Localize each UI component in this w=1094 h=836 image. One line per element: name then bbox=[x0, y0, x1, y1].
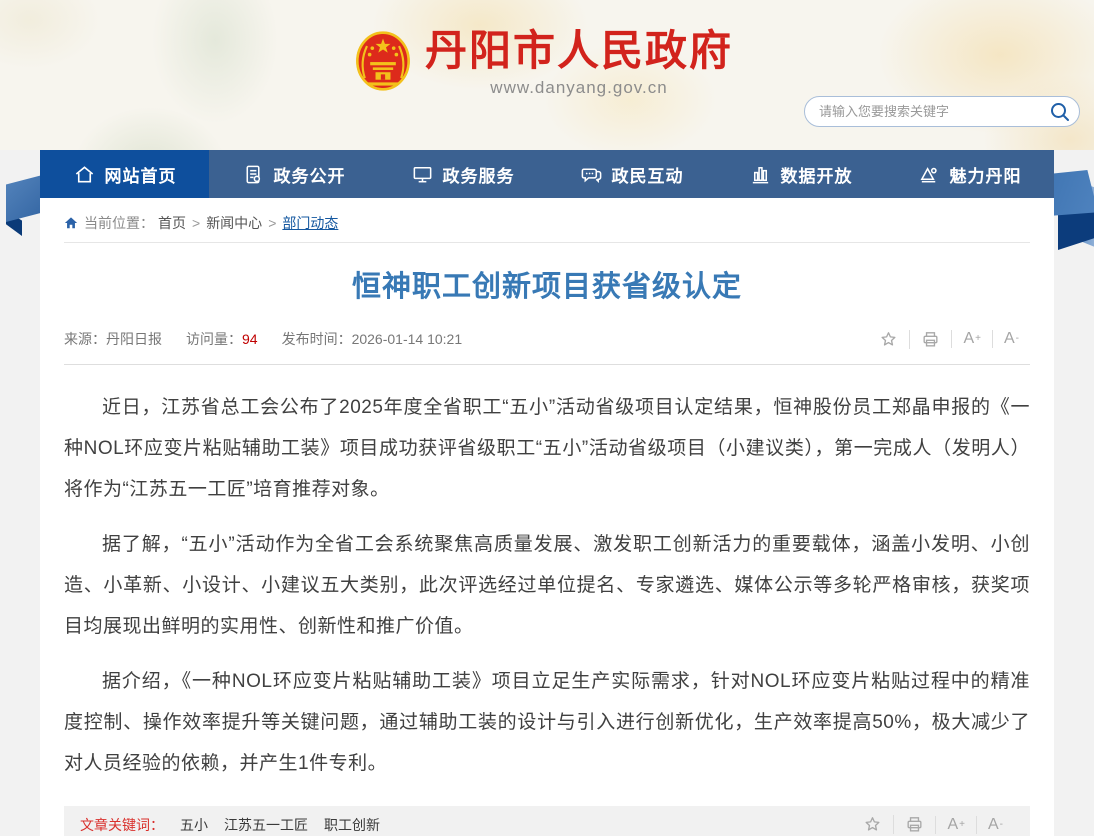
printer-icon bbox=[905, 815, 924, 834]
views-count: 94 bbox=[242, 331, 258, 347]
meta-views: 访问量：94 bbox=[186, 329, 258, 349]
nav-item-gov-info[interactable]: 政务公开 bbox=[209, 150, 378, 198]
site-name: 丹阳市人民政府 bbox=[425, 28, 733, 74]
search-icon bbox=[1049, 101, 1071, 123]
article-paragraph: 据介绍，《一种NOL环应变片粘贴辅助工装》项目立足生产实际需求，针对NOL环应变… bbox=[64, 661, 1030, 784]
nav-item-interaction[interactable]: 政民互动 bbox=[547, 150, 716, 198]
breadcrumb-home-icon bbox=[64, 216, 78, 230]
article-toolbar-top: A+ A- bbox=[868, 330, 1030, 349]
favorite-button[interactable] bbox=[852, 815, 893, 834]
site-title-group: 丹阳市人民政府 www.danyang.gov.cn bbox=[425, 28, 733, 98]
search-box[interactable] bbox=[804, 96, 1080, 127]
document-icon bbox=[242, 163, 265, 186]
font-larger-button[interactable]: A+ bbox=[935, 816, 976, 834]
nav-item-label: 政务服务 bbox=[443, 162, 515, 187]
main-nav-wrapper: 网站首页 政务公开 政务服务 政民互动 bbox=[40, 150, 1054, 198]
article-paragraph: 近日，江苏省总工会公布了2025年度全省职工“五小”活动省级项目认定结果，恒神股… bbox=[64, 387, 1030, 510]
breadcrumb: 当前位置： 首页 > 新闻中心 > 部门动态 bbox=[64, 198, 1030, 243]
star-icon bbox=[879, 330, 898, 349]
article-toolbar-bottom: A+ A- bbox=[852, 815, 1014, 834]
breadcrumb-label: 当前位置： bbox=[84, 213, 154, 233]
article-paragraph: 据了解，“五小”活动作为全省工会系统聚焦高质量发展、激发职工创新活力的重要载体，… bbox=[64, 524, 1030, 647]
site-header: 丹阳市人民政府 www.danyang.gov.cn bbox=[0, 0, 1094, 150]
article-meta: 来源：丹阳日报 访问量：94 发布时间：2026-01-14 10:21 A+ … bbox=[64, 329, 1030, 365]
breadcrumb-link-home[interactable]: 首页 bbox=[158, 213, 186, 233]
breadcrumb-separator: > bbox=[192, 215, 200, 231]
nav-item-home[interactable]: 网站首页 bbox=[40, 150, 209, 198]
print-button[interactable] bbox=[909, 330, 951, 349]
nav-item-label: 政务公开 bbox=[274, 162, 346, 187]
site-logo[interactable]: 丹阳市人民政府 www.danyang.gov.cn bbox=[355, 28, 733, 98]
chat-icon bbox=[580, 163, 603, 186]
meta-source: 来源：丹阳日报 bbox=[64, 329, 162, 349]
print-button[interactable] bbox=[893, 815, 935, 834]
star-icon bbox=[863, 815, 882, 834]
nav-item-label: 数据开放 bbox=[781, 162, 853, 187]
breadcrumb-link-dept-news[interactable]: 部门动态 bbox=[282, 213, 338, 233]
nav-item-label: 魅力丹阳 bbox=[950, 162, 1022, 187]
nav-item-gov-service[interactable]: 政务服务 bbox=[378, 150, 547, 198]
nav-item-charm-danyang[interactable]: 魅力丹阳 bbox=[885, 150, 1054, 198]
keyword-link[interactable]: 江苏五一工匠 bbox=[224, 815, 308, 835]
main-nav: 网站首页 政务公开 政务服务 政民互动 bbox=[40, 150, 1054, 198]
keyword-link[interactable]: 五小 bbox=[180, 815, 208, 835]
breadcrumb-separator: > bbox=[268, 215, 276, 231]
bar-chart-icon bbox=[749, 163, 772, 186]
breadcrumb-link-news-center[interactable]: 新闻中心 bbox=[206, 213, 262, 233]
home-icon bbox=[73, 163, 96, 186]
scenery-icon bbox=[918, 163, 941, 186]
article-title: 恒神职工创新项目获省级认定 bbox=[64, 263, 1030, 305]
keyword-link[interactable]: 职工创新 bbox=[324, 815, 380, 835]
site-url: www.danyang.gov.cn bbox=[425, 78, 733, 98]
search-button[interactable] bbox=[1049, 101, 1071, 123]
search-input[interactable] bbox=[819, 104, 1049, 119]
keywords-label: 文章关键词： bbox=[80, 815, 164, 835]
keyword-bar: 文章关键词： 五小 江苏五一工匠 职工创新 A+ A- bbox=[64, 806, 1030, 836]
content-area: 当前位置： 首页 > 新闻中心 > 部门动态 恒神职工创新项目获省级认定 来源：… bbox=[40, 198, 1054, 836]
font-larger-button[interactable]: A+ bbox=[951, 330, 992, 348]
monitor-icon bbox=[411, 163, 434, 186]
nav-item-label: 网站首页 bbox=[105, 162, 177, 187]
meta-publish-time: 发布时间：2026-01-14 10:21 bbox=[282, 329, 463, 349]
nav-item-label: 政民互动 bbox=[612, 162, 684, 187]
article-body: 近日，江苏省总工会公布了2025年度全省职工“五小”活动省级项目认定结果，恒神股… bbox=[64, 365, 1030, 788]
favorite-button[interactable] bbox=[868, 330, 909, 349]
national-emblem-icon bbox=[355, 30, 411, 92]
font-smaller-button[interactable]: A- bbox=[976, 816, 1014, 834]
font-smaller-button[interactable]: A- bbox=[992, 330, 1030, 348]
printer-icon bbox=[921, 330, 940, 349]
nav-item-open-data[interactable]: 数据开放 bbox=[716, 150, 885, 198]
